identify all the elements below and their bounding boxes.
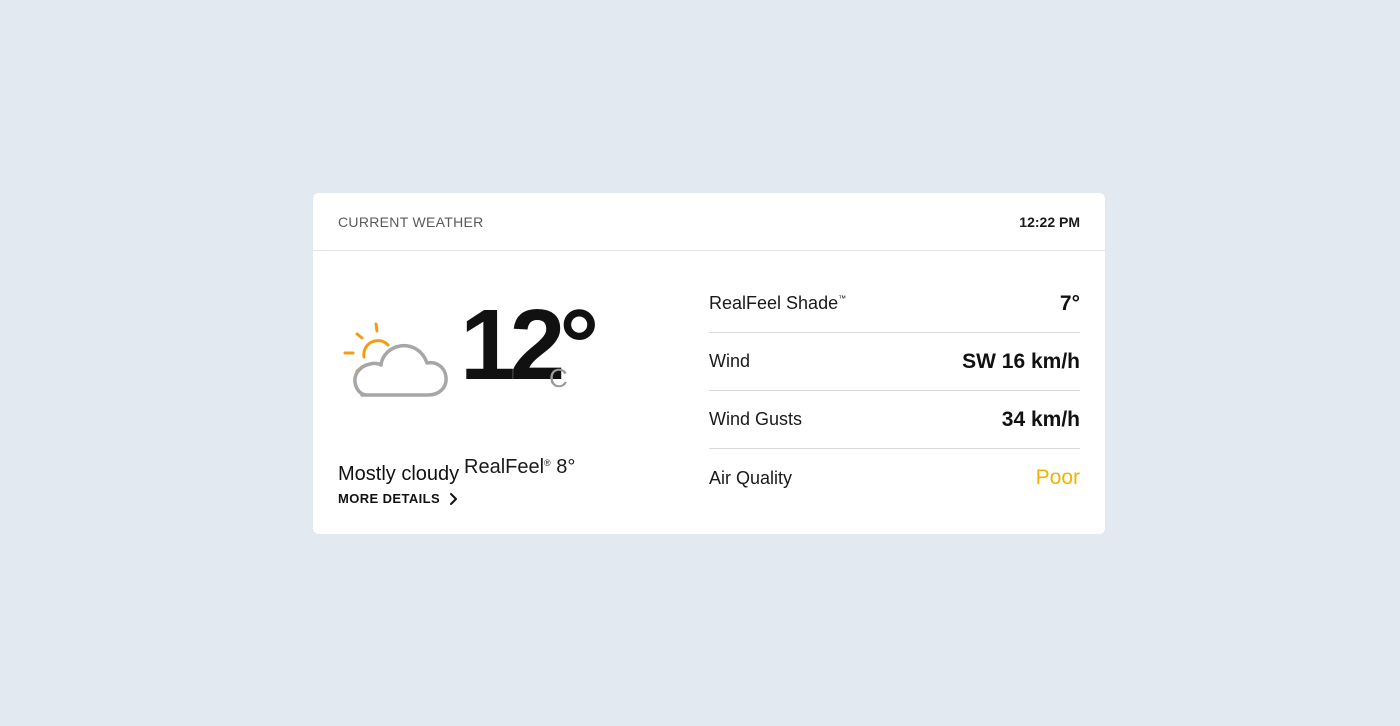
weather-phrase: Mostly cloudy [338,463,460,485]
registered-mark: ® [544,458,551,468]
current-time: 12:22 PM [1019,213,1080,230]
air-quality-value: Poor [1035,466,1080,489]
detail-label: Wind Gusts [709,409,803,429]
more-details-label: MORE DETAILS [338,491,441,506]
more-details-link[interactable]: MORE DETAILS [338,491,460,506]
detail-value: 34 km/h [1001,407,1080,431]
detail-value: 7° [1059,291,1080,315]
temperature-unit: C [549,363,568,393]
card-header: CURRENT WEATHER 12:22 PM [313,193,1105,251]
chevron-right-icon [450,492,458,505]
detail-row-wind: Wind SW 16 km/h [709,333,1080,391]
detail-label-text: RealFeel Shade [709,293,839,313]
trademark-mark: ™ [838,294,847,303]
current-conditions: 12° C RealFeel® 8° Mostly cloudy MORE DE… [338,251,678,534]
card-body: 12° C RealFeel® 8° Mostly cloudy MORE DE… [313,251,1105,534]
detail-value: SW 16 km/h [962,349,1080,373]
partly-cloudy-icon [343,322,448,397]
realfeel-label: RealFeel [464,456,545,478]
detail-row-wind-gusts: Wind Gusts 34 km/h [709,391,1080,449]
current-weather-card: CURRENT WEATHER 12:22 PM 12° C RealFeel® [313,193,1105,534]
detail-row-realfeel-shade: RealFeel Shade™ 7° [709,275,1080,333]
detail-row-air-quality: Air Quality Poor [709,449,1080,507]
detail-label: Wind [709,351,751,371]
detail-label: RealFeel Shade™ [709,293,846,314]
realfeel-value: 8° [556,456,576,478]
realfeel: RealFeel® 8° [464,456,575,479]
card-title: CURRENT WEATHER [338,213,484,230]
weather-details-list: RealFeel Shade™ 7° Wind SW 16 km/h Wind … [709,275,1080,507]
detail-label: Air Quality [709,467,793,488]
temperature-value: 12° [460,289,599,401]
